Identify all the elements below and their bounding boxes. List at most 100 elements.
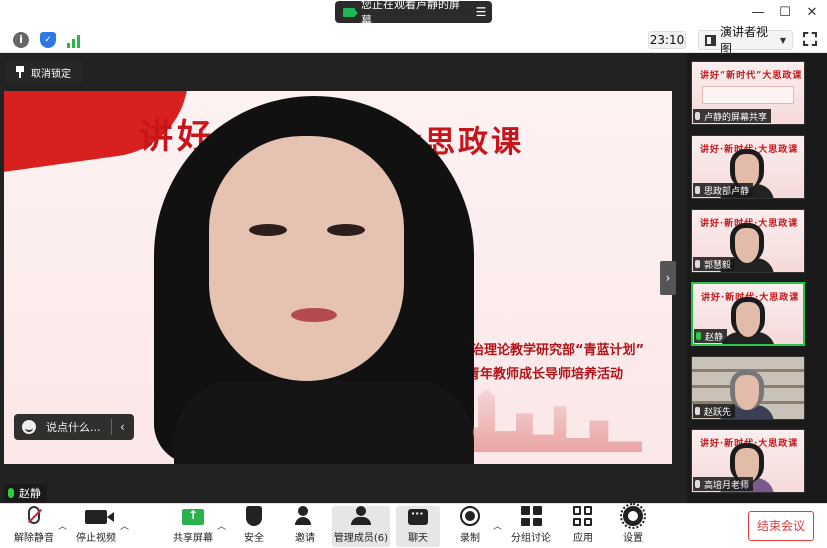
share-notice-text: 您正在观看卢静的屏幕 bbox=[361, 0, 460, 27]
gallery-tile[interactable]: 赵跃先 bbox=[691, 356, 805, 420]
mic-on-icon bbox=[8, 488, 14, 498]
share-screen-label: 共享屏幕 bbox=[173, 533, 213, 544]
tile-name: 卢静的屏幕共享 bbox=[704, 112, 768, 123]
stop-video-button[interactable]: 停止视频 bbox=[72, 506, 120, 547]
mic-muted-icon bbox=[695, 480, 700, 488]
apps-button[interactable]: 应用 bbox=[568, 506, 598, 547]
mic-muted-icon bbox=[695, 186, 700, 194]
mic-muted-icon bbox=[28, 506, 40, 524]
video-options-chevron-icon[interactable]: ︿ bbox=[120, 519, 129, 532]
breakout-rooms-icon bbox=[520, 506, 542, 526]
shield-icon bbox=[246, 506, 262, 526]
mic-muted-icon bbox=[695, 260, 700, 268]
unpin-button[interactable]: 取消锁定 bbox=[6, 59, 82, 85]
pin-icon bbox=[15, 66, 25, 78]
tile-name: 郭慧毅 bbox=[704, 260, 732, 271]
unpin-label: 取消锁定 bbox=[31, 68, 71, 80]
chevron-down-icon: ▼ bbox=[779, 35, 786, 45]
chat-placeholder[interactable]: 说点什么... bbox=[46, 419, 101, 435]
tile-label: 赵跃先 bbox=[693, 404, 736, 418]
stop-video-label: 停止视频 bbox=[76, 533, 116, 544]
tile-label: 高培月老师 bbox=[693, 477, 754, 491]
participants-label: 管理成员(6) bbox=[333, 533, 389, 544]
tile-label: 郭慧毅 bbox=[693, 257, 736, 271]
mic-muted-icon bbox=[695, 112, 700, 120]
share-options-chevron-icon[interactable]: ︿ bbox=[217, 519, 226, 532]
apps-icon bbox=[573, 506, 593, 526]
title-bar: 您正在观看卢静的屏幕 ☰ — ☐ ✕ bbox=[0, 0, 827, 27]
tile-slide-title: 讲好“新时代”大思政课 bbox=[700, 71, 803, 81]
gallery-tile-active[interactable]: 讲好·新时代·大思政课 赵静 bbox=[691, 282, 805, 346]
tile-label: 思政部卢静 bbox=[693, 183, 754, 197]
speaker-figure bbox=[154, 91, 474, 464]
tile-label: 卢静的屏幕共享 bbox=[693, 109, 772, 123]
participant-avatar bbox=[730, 370, 764, 410]
tile-label: 赵静 bbox=[694, 329, 728, 343]
tile-name: 高培月老师 bbox=[704, 480, 750, 491]
signal-strength-icon[interactable] bbox=[67, 32, 83, 48]
settings-button[interactable]: 设置 bbox=[618, 503, 648, 547]
record-options-chevron-icon[interactable]: ︿ bbox=[493, 519, 502, 532]
speaker-name-badge: 赵静 bbox=[4, 484, 47, 502]
invite-button[interactable]: 邀请 bbox=[288, 506, 322, 547]
screen-share-notice[interactable]: 您正在观看卢静的屏幕 ☰ bbox=[335, 0, 492, 27]
tile-name: 思政部卢静 bbox=[704, 186, 750, 197]
security-button[interactable]: 安全 bbox=[238, 506, 270, 547]
camera-icon bbox=[85, 510, 114, 524]
apps-label: 应用 bbox=[573, 533, 593, 544]
unmute-label: 解除静音 bbox=[14, 533, 54, 544]
quick-chat-input[interactable]: 说点什么... ‹ bbox=[14, 414, 134, 440]
fullscreen-icon[interactable] bbox=[803, 32, 817, 46]
end-meeting-button[interactable]: 结束会议 bbox=[748, 511, 814, 541]
mic-muted-icon bbox=[695, 407, 700, 415]
breakout-rooms-button[interactable]: 分组讨论 bbox=[510, 506, 552, 547]
record-icon bbox=[460, 506, 480, 526]
speaker-video: 讲好 大思政课 思想政治理论教学研究部“青蓝计划” 青年教师成长导师培养活动 bbox=[4, 91, 672, 464]
record-button[interactable]: 录制 bbox=[454, 506, 486, 547]
security-label: 安全 bbox=[244, 533, 264, 544]
meeting-timer: 23:10 bbox=[648, 31, 686, 49]
chat-button[interactable]: 聊天 bbox=[396, 506, 440, 547]
screen-share-icon bbox=[343, 7, 358, 17]
breakout-label: 分组讨论 bbox=[511, 533, 551, 544]
chat-icon bbox=[408, 507, 428, 525]
maximize-icon[interactable]: ☐ bbox=[771, 2, 799, 24]
security-shield-icon[interactable]: ✓ bbox=[40, 32, 56, 48]
tile-name: 赵跃先 bbox=[704, 407, 732, 418]
info-icon[interactable]: i bbox=[13, 32, 29, 48]
mic-on-icon bbox=[696, 332, 701, 340]
invite-label: 邀请 bbox=[295, 533, 315, 544]
record-label: 录制 bbox=[460, 533, 480, 544]
slide-activity-text: 青年教师成长导师培养活动 bbox=[467, 367, 624, 382]
view-mode-label: 演讲者视图 bbox=[719, 25, 768, 56]
gallery-tile[interactable]: 讲好·新时代·大思政课 郭慧毅 bbox=[691, 209, 805, 273]
share-screen-button[interactable]: 共享屏幕 bbox=[170, 506, 216, 547]
participants-button[interactable]: 管理成员(6) bbox=[332, 506, 390, 547]
participant-avatar bbox=[731, 297, 765, 337]
tile-name: 赵静 bbox=[705, 332, 724, 343]
unmute-button[interactable]: 解除静音 bbox=[10, 506, 58, 547]
speaker-view-icon bbox=[705, 34, 716, 46]
gallery-tile[interactable]: 讲好·新时代·大思政课 高培月老师 bbox=[691, 429, 805, 493]
chat-label: 聊天 bbox=[408, 533, 428, 544]
participants-icon bbox=[349, 506, 373, 526]
settings-label: 设置 bbox=[623, 533, 643, 544]
main-video-area: 取消锁定 讲好 大思政课 思想政治理论教学研究部“青蓝计划” 青年教师成长导师培… bbox=[0, 53, 687, 503]
meeting-info-bar: i ✓ 23:10 演讲者视图 ▼ bbox=[0, 25, 827, 56]
chevron-left-icon[interactable]: ‹ bbox=[120, 420, 134, 434]
gallery-tile[interactable]: 讲好“新时代”大思政课 卢静的屏幕共享 bbox=[691, 61, 805, 125]
audio-options-chevron-icon[interactable]: ︿ bbox=[58, 519, 67, 532]
hamburger-icon[interactable]: ☰ bbox=[470, 5, 492, 19]
collapse-gallery-button[interactable]: › bbox=[660, 261, 676, 295]
participant-avatar bbox=[730, 223, 764, 263]
speaker-name: 赵静 bbox=[19, 487, 41, 500]
close-icon[interactable]: ✕ bbox=[798, 2, 826, 24]
gear-icon bbox=[620, 503, 646, 529]
emoji-icon[interactable] bbox=[22, 420, 36, 434]
participant-gallery: 讲好“新时代”大思政课 卢静的屏幕共享 讲好·新时代·大思政课 思政部卢静 讲好… bbox=[687, 53, 827, 503]
gallery-tile[interactable]: 讲好·新时代·大思政课 思政部卢静 bbox=[691, 135, 805, 199]
add-user-icon bbox=[295, 506, 315, 526]
view-mode-dropdown[interactable]: 演讲者视图 ▼ bbox=[698, 25, 793, 56]
meeting-controls-bar: 解除静音 ︿ 停止视频 ︿ 共享屏幕 ︿ 安全 邀请 管理成员(6) 聊天 录制… bbox=[0, 503, 827, 548]
minimize-icon[interactable]: — bbox=[744, 2, 772, 24]
